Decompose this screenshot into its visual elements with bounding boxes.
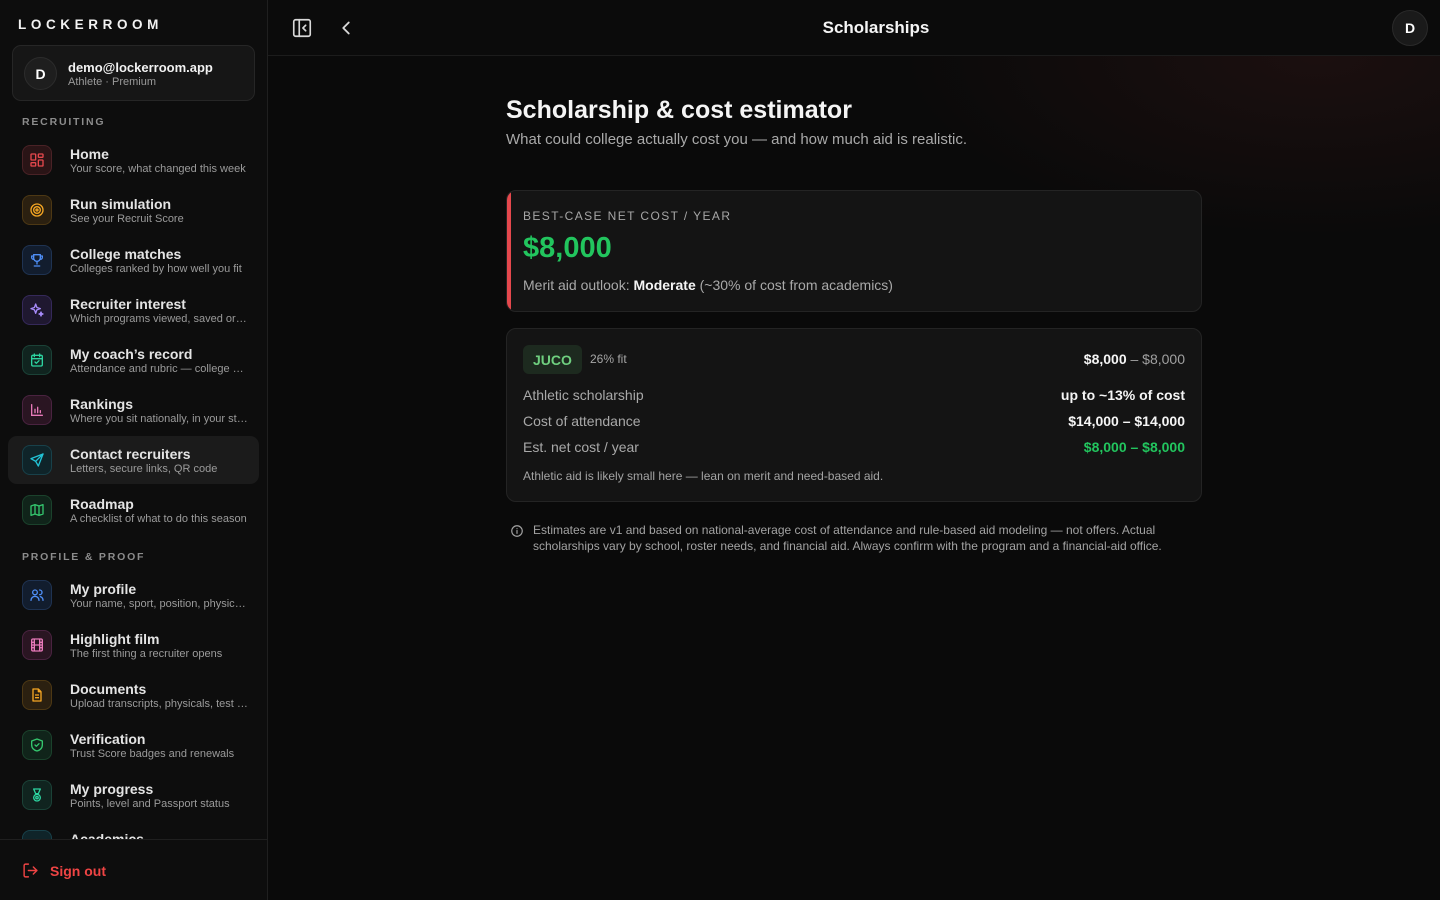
sidebar-item-title: My coach’s record [70, 346, 193, 362]
sidebar-item-title: College matches [70, 246, 182, 262]
detail-row: Cost of attendance $14,000 – $14,000 [523, 413, 1185, 431]
calendar-check-icon [22, 345, 52, 375]
film-icon [22, 630, 52, 660]
merit-prefix: Merit aid outlook: [523, 277, 634, 293]
graduation-cap-icon [22, 830, 52, 839]
tier-fit: 26% fit [590, 352, 627, 366]
avatar: D [24, 57, 57, 90]
sidebar-item-title: Documents [70, 681, 147, 697]
top-bar: Scholarships D [268, 0, 1440, 56]
merit-aid-outlook: Merit aid outlook: Moderate (~30% of cos… [523, 277, 893, 293]
sidebar-item-title: Roadmap [70, 496, 134, 512]
sidebar-item-title: Home [70, 146, 109, 162]
info-icon [511, 525, 523, 537]
shield-check-icon [22, 730, 52, 760]
log-out-icon [23, 863, 38, 878]
brand-logo: LOCKERROOM [18, 17, 163, 32]
detail-value: $14,000 – $14,000 [1068, 413, 1185, 429]
sidebar: LOCKERROOM D demo@lockerroom.app Athlete… [0, 0, 268, 900]
sparkles-icon [22, 295, 52, 325]
range-low: $8,000 [1083, 351, 1127, 367]
detail-label: Athletic scholarship [523, 387, 644, 403]
account-role: Athlete · Premium [68, 76, 157, 88]
main-content: Scholarship & cost estimator What could … [268, 56, 1440, 900]
estimate-disclaimer: Estimates are v1 and based on national-a… [510, 522, 1200, 554]
disclaimer-text: Estimates are v1 and based on national-a… [533, 523, 1162, 553]
sidebar-item-title: Contact recruiters [70, 446, 191, 462]
sidebar-item-subtitle: Upload transcripts, physicals, test scor… [70, 698, 248, 710]
map-icon [22, 495, 52, 525]
sidebar-item-subtitle: Attendance and rubric — college coaches … [70, 363, 248, 375]
estimator-heading: Scholarship & cost estimator [506, 96, 852, 124]
sidebar-item-title: My progress [70, 781, 154, 797]
sidebar-item-title: My profile [70, 581, 137, 597]
sidebar-item-title: Run simulation [70, 196, 172, 212]
estimator-description: What could college actually cost you — a… [506, 131, 968, 148]
tier-card-juco: JUCO 26% fit $8,000 – $8,000 Athletic sc… [506, 328, 1202, 502]
account-email: demo@lockerroom.app [68, 60, 213, 75]
best-case-card: BEST-CASE NET COST / YEAR $8,000 Merit a… [506, 190, 1202, 312]
sidebar-item-subtitle: Trust Score badges and renewals [70, 748, 235, 760]
section-label-profile: PROFILE & PROOF [22, 551, 146, 563]
detail-label: Cost of attendance [523, 413, 641, 429]
detail-row: Athletic scholarship up to ~13% of cost [523, 387, 1185, 405]
file-text-icon [22, 680, 52, 710]
sidebar-item-subtitle: Where you sit nationally, in your state [70, 413, 248, 425]
users-icon [22, 580, 52, 610]
sidebar-item-subtitle: Letters, secure links, QR code [70, 463, 218, 475]
sidebar-item-subtitle: The first thing a recruiter opens [70, 648, 223, 660]
sidebar-item-subtitle: Which programs viewed, saved or contacte… [70, 313, 248, 325]
merit-level: Moderate [633, 277, 696, 293]
sidebar-item-title: Rankings [70, 396, 134, 412]
sidebar-item-subtitle: See your Recruit Score [70, 213, 184, 225]
sidebar-nav[interactable]: RECRUITING Home Your score, what changed… [0, 108, 267, 839]
sidebar-item-subtitle: Colleges ranked by how well you fit [70, 263, 242, 275]
page-title: Scholarships [822, 18, 930, 37]
sign-out-button[interactable]: Sign out [22, 862, 106, 879]
detail-label: Est. net cost / year [523, 439, 639, 455]
tier-note: Athletic aid is likely small here — lean… [523, 469, 884, 483]
target-icon [22, 195, 52, 225]
sign-out-label: Sign out [50, 862, 106, 879]
tier-badge: JUCO [523, 345, 582, 374]
sidebar-item-subtitle: A checklist of what to do this season [70, 513, 247, 525]
dashboard-icon [22, 145, 52, 175]
user-avatar-button[interactable]: D [1392, 10, 1428, 46]
range-rest: – $8,000 [1126, 351, 1185, 367]
sidebar-item-title: Recruiter interest [70, 296, 186, 312]
sidebar-item-subtitle: Points, level and Passport status [70, 798, 230, 810]
sidebar-item-title: Academics [70, 831, 144, 839]
merit-suffix: (~30% of cost from academics) [695, 277, 893, 293]
detail-value: up to ~13% of cost [1060, 387, 1185, 403]
sidebar-footer: Sign out [0, 839, 267, 900]
bar-chart-icon [22, 395, 52, 425]
detail-row: Est. net cost / year $8,000 – $8,000 [523, 439, 1185, 457]
sidebar-item-subtitle: Your score, what changed this week [70, 163, 246, 175]
medal-icon [22, 780, 52, 810]
account-card[interactable]: D demo@lockerroom.app Athlete · Premium [12, 45, 255, 101]
tier-cost-range: $8,000 – $8,000 [1084, 351, 1185, 367]
best-case-label: BEST-CASE NET COST / YEAR [523, 209, 732, 223]
sidebar-item-title: Highlight film [70, 631, 160, 647]
trophy-icon [22, 245, 52, 275]
card-accent-bar [507, 191, 511, 311]
detail-value: $8,000 – $8,000 [1083, 439, 1185, 455]
best-case-amount: $8,000 [523, 232, 612, 264]
sidebar-item-subtitle: Your name, sport, position, physicals [70, 598, 248, 610]
section-label-recruiting: RECRUITING [22, 116, 106, 128]
sidebar-item-title: Verification [70, 731, 146, 747]
send-icon [22, 445, 52, 475]
